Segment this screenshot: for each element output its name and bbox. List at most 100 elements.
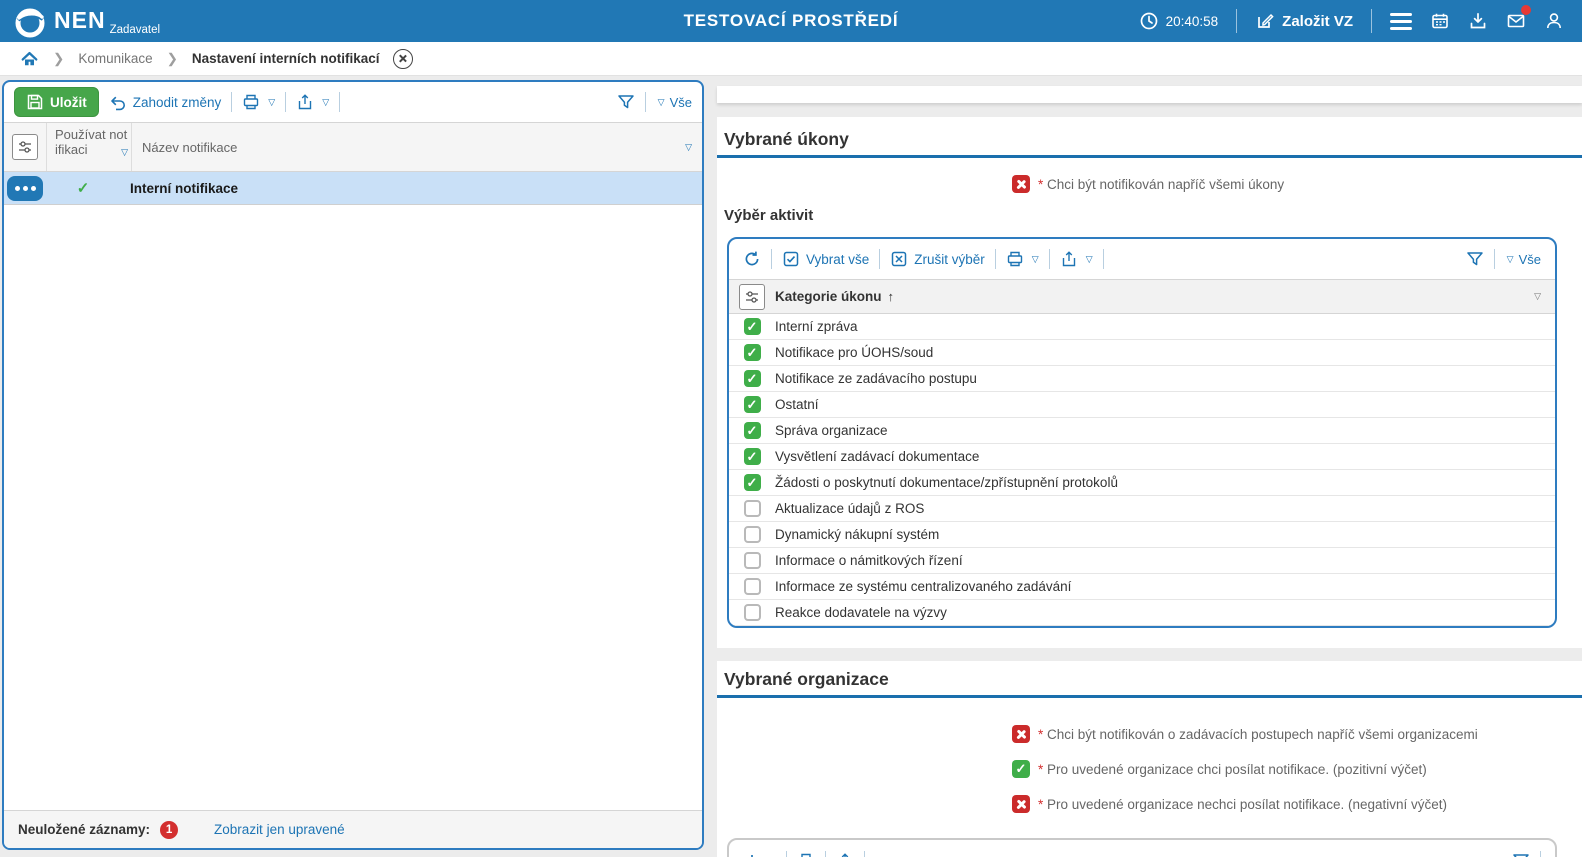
brand-name: NEN — [54, 7, 106, 33]
share-icon — [836, 852, 854, 857]
view-all-selector[interactable]: ▽ Vše — [656, 95, 692, 110]
org-checkbox[interactable] — [1012, 725, 1030, 743]
activity-row[interactable]: Informace o námitkových řízení — [729, 548, 1555, 574]
checkbox-checked-icon — [782, 250, 800, 268]
org-checkbox-row[interactable]: * Pro uvedené organizace nechci posílat … — [1012, 795, 1447, 813]
activity-checkbox[interactable]: ✓ — [744, 422, 761, 439]
divider — [1371, 9, 1372, 33]
activity-checkbox[interactable] — [744, 578, 761, 595]
export-button[interactable] — [836, 852, 854, 857]
column-settings-icon[interactable] — [12, 134, 38, 160]
activity-checkbox[interactable]: ✓ — [744, 318, 761, 335]
activity-row[interactable]: Aktualizace údajů z ROS — [729, 496, 1555, 522]
left-table-rows: ✓ Interní notifikace — [4, 172, 702, 205]
org-checkbox[interactable] — [1012, 795, 1030, 813]
activity-checkbox[interactable] — [744, 526, 761, 543]
column-filter-icon[interactable]: ▽ — [1534, 291, 1541, 302]
app-brand[interactable]: NEN Zadavatel — [0, 3, 160, 39]
column-settings-icon[interactable] — [739, 284, 765, 310]
activity-label: Aktualizace údajů z ROS — [775, 501, 924, 516]
close-tab-icon[interactable] — [393, 49, 413, 69]
activity-label: Informace o námitkových řízení — [775, 553, 963, 568]
filter-icon[interactable] — [1512, 852, 1530, 857]
activity-checkbox[interactable]: ✓ — [744, 474, 761, 491]
all-tasks-checkbox-row[interactable]: * Chci být notifikován napříč všemi úkon… — [1012, 175, 1284, 193]
view-all-selector[interactable]: ▽ Vše — [1505, 252, 1541, 267]
activity-checkbox[interactable] — [744, 500, 761, 517]
dropdown-icon: ▽ — [658, 97, 665, 108]
activity-row[interactable]: ✓ Interní zpráva — [729, 314, 1555, 340]
activity-label: Reakce dodavatele na výzvy — [775, 605, 947, 620]
select-all-button[interactable]: Vybrat vše — [782, 250, 869, 268]
sort-ascending-icon[interactable]: ↑ — [888, 289, 895, 304]
checkbox-crossed-icon[interactable] — [1012, 175, 1030, 193]
calendar-icon[interactable] — [1430, 11, 1450, 31]
org-checkbox[interactable]: ✓ — [1012, 760, 1030, 778]
filter-icon[interactable] — [617, 93, 635, 111]
dropdown-icon[interactable]: ▽ — [268, 97, 275, 108]
menu-icon[interactable] — [1390, 13, 1412, 30]
org-checkbox-row[interactable]: ✓ * Pro uvedené organizace chci posílat … — [1012, 760, 1427, 778]
row-checked-icon[interactable]: ✓ — [77, 179, 90, 197]
clock-icon — [1139, 11, 1159, 31]
activity-checkbox[interactable] — [744, 604, 761, 621]
activity-row[interactable]: ✓ Správa organizace — [729, 418, 1555, 444]
home-icon[interactable] — [20, 50, 39, 68]
filter-icon[interactable] — [1466, 250, 1484, 268]
activity-checkbox[interactable] — [744, 552, 761, 569]
activity-checkbox[interactable]: ✓ — [744, 396, 761, 413]
activity-label: Dynamický nákupní systém — [775, 527, 939, 542]
messages-button[interactable] — [1506, 11, 1526, 31]
add-button[interactable]: ▽ — [743, 852, 776, 857]
section-title-organizations: Vybrané organizace — [724, 669, 889, 690]
column-header-task-category[interactable]: Kategorie úkonu ↑ — [775, 289, 894, 304]
org-checkbox-row[interactable]: * Chci být notifikován o zadávacích post… — [1012, 725, 1478, 743]
create-vz-button[interactable]: Založit VZ — [1255, 11, 1353, 31]
show-edited-only-link[interactable]: Zobrazit jen upravené — [214, 822, 345, 837]
unsaved-count-badge: 1 — [160, 821, 178, 839]
dropdown-icon[interactable]: ▽ — [322, 97, 329, 108]
activities-title: Výběr aktivit — [724, 207, 813, 224]
clear-selection-button[interactable]: Zrušit výběr — [890, 250, 985, 268]
refresh-icon[interactable] — [743, 250, 761, 268]
column-header-notification-name[interactable]: Název notifikace ▽ — [132, 123, 702, 171]
share-icon — [296, 93, 314, 111]
export-button[interactable]: ▽ — [1060, 250, 1093, 268]
activity-row[interactable]: Dynamický nákupní systém — [729, 522, 1555, 548]
activity-label: Informace ze systému centralizovaného za… — [775, 579, 1071, 594]
print-button[interactable]: ▽ — [242, 93, 275, 111]
print-button[interactable] — [797, 852, 815, 857]
breadcrumb: ❯ Komunikace ❯ Nastavení interních notif… — [0, 42, 1582, 76]
export-button[interactable]: ▽ — [296, 93, 329, 111]
activity-row[interactable]: Reakce dodavatele na výzvy — [729, 600, 1555, 626]
activity-row[interactable]: ✓ Notifikace ze zadávacího postupu — [729, 366, 1555, 392]
chevron-right-icon: ❯ — [53, 51, 64, 67]
discard-changes-button[interactable]: Zahodit změny — [109, 93, 222, 111]
breadcrumb-item-komunikace[interactable]: Komunikace — [78, 51, 152, 66]
user-icon[interactable] — [1544, 11, 1564, 31]
print-button[interactable]: ▽ — [1006, 250, 1039, 268]
activity-row[interactable]: Informace ze systému centralizovaného za… — [729, 574, 1555, 600]
save-button[interactable]: Uložit — [14, 87, 99, 117]
dropdown-icon[interactable]: ▽ — [1032, 254, 1039, 265]
edit-icon — [1255, 11, 1275, 31]
table-row[interactable]: ✓ Interní notifikace — [4, 172, 702, 205]
save-icon — [26, 93, 44, 111]
activity-row[interactable]: ✓ Žádosti o poskytnutí dokumentace/zpřís… — [729, 470, 1555, 496]
column-filter-icon[interactable]: ▽ — [685, 142, 692, 153]
column-header-use-notifications[interactable]: Používat notifikaci ▽ — [47, 123, 132, 171]
activity-checkbox[interactable]: ✓ — [744, 344, 761, 361]
activity-row[interactable]: ✓ Notifikace pro ÚOHS/soud — [729, 340, 1555, 366]
dropdown-icon: ▽ — [1507, 254, 1514, 265]
activity-row[interactable]: ✓ Ostatní — [729, 392, 1555, 418]
dropdown-icon[interactable]: ▽ — [1086, 254, 1093, 265]
activity-checkbox[interactable]: ✓ — [744, 370, 761, 387]
activity-row[interactable]: ✓ Vysvětlení zadávací dokumentace — [729, 444, 1555, 470]
brand-subtitle: Zadavatel — [110, 24, 161, 36]
column-filter-icon[interactable]: ▽ — [121, 145, 128, 160]
download-icon[interactable] — [1468, 11, 1488, 31]
divider — [1103, 249, 1104, 269]
row-menu-button[interactable] — [7, 176, 43, 201]
activity-checkbox[interactable]: ✓ — [744, 448, 761, 465]
left-panel-footer: Neuložené záznamy: 1 Zobrazit jen uprave… — [4, 810, 702, 848]
